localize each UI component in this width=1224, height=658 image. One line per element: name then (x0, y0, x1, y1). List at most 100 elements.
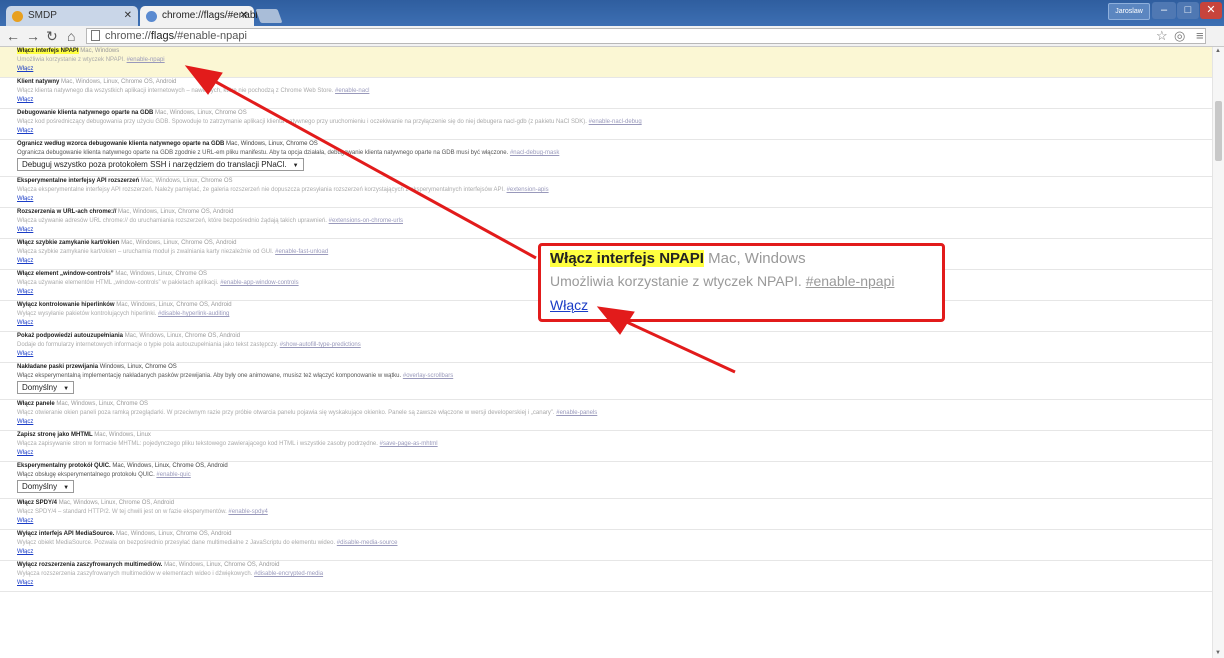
flag-enable-link[interactable]: Włącz (17, 227, 33, 233)
tab-flags[interactable]: chrome://flags/#enable-n ✕ (140, 6, 267, 41)
flag-title: Eksperymentalne interfejsy API rozszerze… (17, 178, 233, 184)
flag-row: Wyłącz interfejs API MediaSource. Mac, W… (0, 530, 1212, 561)
flag-anchor-link[interactable]: #enable-fast-unload (275, 249, 328, 255)
callout-enable-link[interactable]: Włącz (550, 297, 588, 313)
flag-anchor-link[interactable]: #disable-encrypted-media (254, 571, 323, 577)
flag-anchor-link[interactable]: #enable-spdy4 (228, 509, 267, 515)
scroll-up-icon[interactable]: ▲ (1215, 48, 1221, 54)
flag-name: Włącz SPDY/4 (17, 500, 58, 506)
flag-anchor-link[interactable]: #enable-npapi (127, 57, 165, 63)
flag-platforms: Mac, Windows, Linux, Chrome OS (115, 271, 208, 277)
flag-row: Klient natywny Mac, Windows, Linux, Chro… (0, 78, 1212, 109)
flag-title: Wyłącz kontrolowanie hiperlinków Mac, Wi… (17, 302, 232, 308)
title-bar: SMDP ✕ chrome://flags/#enable-n ✕ Jarosl… (0, 0, 1224, 41)
flag-platforms: Mac, Windows, Linux, Chrome OS, Android (116, 531, 232, 537)
flag-title: Włącz element „window-controls” Mac, Win… (17, 271, 207, 277)
flag-row: Włącz panele Mac, Windows, Linux, Chrome… (0, 400, 1212, 431)
flag-enable-link[interactable]: Włącz (17, 258, 33, 264)
flag-title: Nakładane paski przewijania Windows, Lin… (17, 364, 177, 370)
close-icon[interactable]: ✕ (240, 6, 248, 26)
flag-select[interactable]: Domyślny ▼ (17, 480, 75, 493)
flag-anchor-link[interactable]: #disable-media-source (337, 540, 398, 546)
flag-enable-link[interactable]: Włącz (17, 289, 33, 295)
flag-anchor-link[interactable]: #enable-quic (156, 472, 190, 478)
flag-anchor-link[interactable]: #extensions-on-chrome-urls (329, 218, 403, 224)
flag-title: Ogranicz według wzorca debugowanie klien… (17, 141, 318, 147)
extension-icon[interactable]: ◎ (1174, 27, 1185, 45)
flags-list: Włącz interfejs NPAPI Mac, Windows Umożli… (0, 47, 1212, 658)
flag-anchor-link[interactable]: #extension-apis (507, 187, 549, 193)
minimize-button[interactable]: – (1152, 2, 1176, 19)
flag-row: Eksperymentalny protokół QUIC. Mac, Wind… (0, 462, 1212, 499)
flag-anchor-link[interactable]: #enable-app-window-controls (220, 280, 298, 286)
flag-anchor-link[interactable]: #save-page-as-mhtml (380, 441, 438, 447)
tab-title: SMDP (28, 10, 57, 21)
flag-select[interactable]: Debuguj wszystko poza protokołem SSH i n… (17, 158, 304, 171)
scroll-thumb[interactable] (1215, 101, 1222, 161)
flag-platforms: Mac, Windows, Linux, Chrome OS, Android (164, 562, 280, 568)
flag-platforms: Mac, Windows, Linux, Chrome OS, Android (118, 209, 234, 215)
flag-anchor-link[interactable]: #overlay-scrollbars (403, 373, 453, 379)
flag-enable-link[interactable]: Włącz (17, 419, 33, 425)
flag-enable-link[interactable]: Włącz (17, 518, 33, 524)
flag-platforms: Mac, Windows (80, 48, 120, 54)
flag-row: Debugowanie klienta natywnego oparte na … (0, 109, 1212, 140)
flag-name: Eksperymentalny protokół QUIC. (17, 463, 111, 469)
address-bar[interactable]: chrome://flags/#enable-npapi (86, 28, 1206, 44)
flag-description: Wyłącza rozszerzenia zaszyfrowanych mult… (17, 571, 324, 577)
flags-favicon-icon (146, 11, 157, 22)
flag-platforms: Mac, Windows, Linux, Chrome OS, Android (112, 463, 228, 469)
flag-name: Eksperymentalne interfejsy API rozszerze… (17, 178, 140, 184)
flag-anchor-link[interactable]: #enable-nacl-debug (589, 119, 642, 125)
flag-row: Rozszerzenia w URL-ach chrome:// Mac, Wi… (0, 208, 1212, 239)
flag-name: Debugowanie klienta natywnego oparte na … (17, 110, 154, 116)
new-tab-button[interactable] (255, 9, 283, 23)
flag-enable-link[interactable]: Włącz (17, 66, 33, 72)
flag-description: Umożliwia korzystanie z wtyczek NPAPI. #… (17, 57, 165, 63)
flag-description: Wyłącz obiekt MediaSource. Pozwala on be… (17, 540, 398, 546)
flag-row: Pokaż podpowiedzi autouzupełniania Mac, … (0, 332, 1212, 363)
flag-title: Włącz panele Mac, Windows, Linux, Chrome… (17, 401, 148, 407)
chevron-down-icon: ▼ (292, 163, 299, 169)
scroll-down-icon[interactable]: ▼ (1215, 650, 1221, 656)
profile-button[interactable]: Jaroslaw (1108, 3, 1150, 20)
flag-enable-link[interactable]: Włącz (17, 351, 33, 357)
flag-anchor-link[interactable]: #nacl-debug-mask (510, 150, 559, 156)
scrollbar[interactable]: ▲ ▼ (1212, 47, 1224, 658)
tab-smdp[interactable]: SMDP ✕ (6, 6, 138, 26)
flag-select[interactable]: Domyślny ▼ (17, 381, 75, 394)
flag-title: Eksperymentalny protokół QUIC. Mac, Wind… (17, 463, 228, 469)
chevron-down-icon: ▼ (63, 485, 70, 491)
reload-icon[interactable]: ↻ (46, 27, 58, 45)
flag-name: Wyłącz interfejs API MediaSource. (17, 531, 115, 537)
menu-icon[interactable]: ≡ (1196, 27, 1204, 45)
flag-platforms: Mac, Windows, Linux, Chrome OS, Android (116, 302, 232, 308)
flag-title: Rozszerzenia w URL-ach chrome:// Mac, Wi… (17, 209, 233, 215)
close-window-button[interactable]: ✕ (1200, 2, 1222, 19)
flag-description: Włącz kod pośredniczący debugowania przy… (17, 119, 642, 125)
callout-title: Włącz interfejs NPAPI Mac, Windows (550, 250, 806, 267)
flag-name: Włącz panele (17, 401, 55, 407)
flag-enable-link[interactable]: Włącz (17, 97, 33, 103)
flag-enable-link[interactable]: Włącz (17, 450, 33, 456)
flag-enable-link[interactable]: Włącz (17, 320, 33, 326)
flag-platforms: Mac, Windows, Linux, Chrome OS (155, 110, 247, 116)
close-icon[interactable]: ✕ (124, 6, 132, 26)
flag-name: Wyłącz rozszerzenia zaszyfrowanych multi… (17, 562, 163, 568)
flag-anchor-link[interactable]: #disable-hyperlink-auditing (158, 311, 229, 317)
flag-enable-link[interactable]: Włącz (17, 549, 33, 555)
bookmark-star-icon[interactable]: ☆ (1156, 27, 1168, 45)
flag-anchor-link[interactable]: #enable-panels (556, 410, 597, 416)
flag-enable-link[interactable]: Włącz (17, 580, 33, 586)
home-icon[interactable]: ⌂ (67, 27, 75, 45)
flag-name: Rozszerzenia w URL-ach chrome:// (17, 209, 117, 215)
flag-anchor-link[interactable]: #enable-nacl (335, 88, 369, 94)
flag-anchor-link[interactable]: #show-autofill-type-predictions (280, 342, 361, 348)
back-icon[interactable]: ← (6, 27, 20, 45)
flag-title: Pokaż podpowiedzi autouzupełniania Mac, … (17, 333, 240, 339)
forward-icon[interactable]: → (26, 27, 40, 45)
flag-enable-link[interactable]: Włącz (17, 128, 33, 134)
flag-enable-link[interactable]: Włącz (17, 196, 33, 202)
flag-description: Włącz otwieranie okien paneli poza ramką… (17, 410, 598, 416)
maximize-button[interactable]: □ (1177, 2, 1199, 19)
